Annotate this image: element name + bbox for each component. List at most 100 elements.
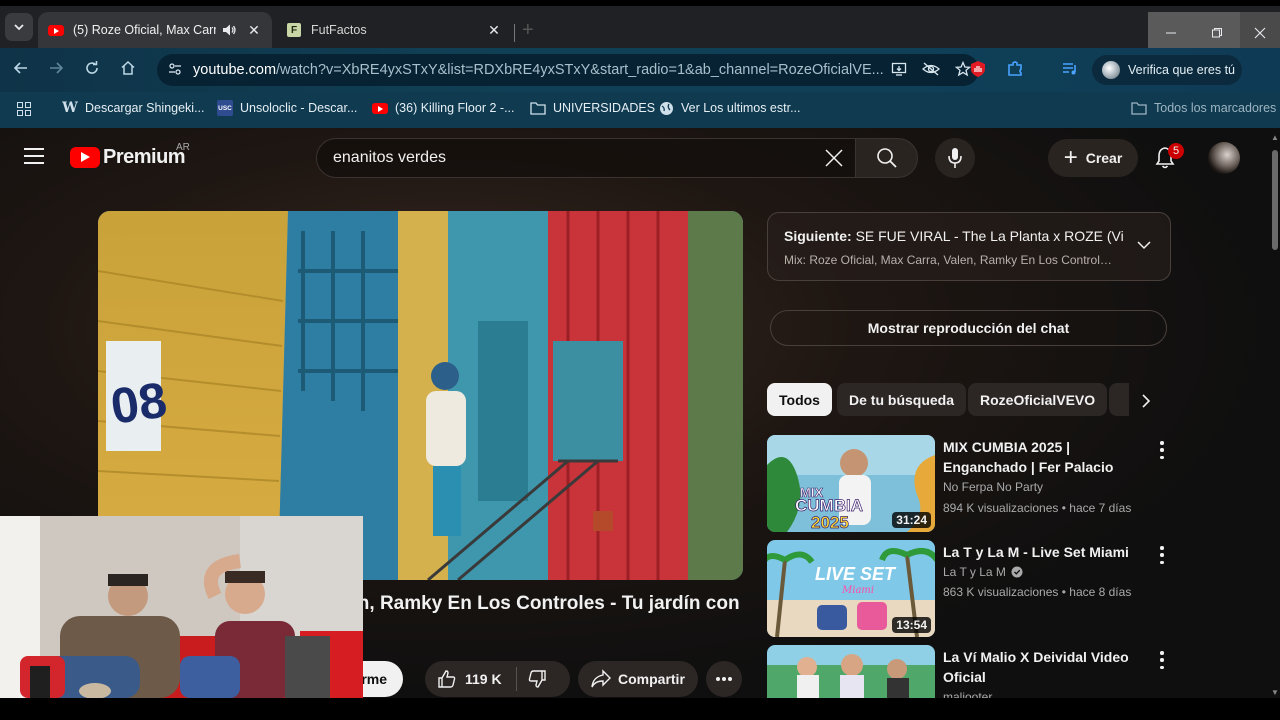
reload-button[interactable] xyxy=(82,60,102,80)
reload-icon xyxy=(86,61,98,74)
site-settings-icon[interactable] xyxy=(165,62,185,79)
arrow-left-icon xyxy=(13,62,27,74)
menu-icon[interactable] xyxy=(24,148,44,164)
rec-title[interactable]: MIX CUMBIA 2025 | Enganchado | Fer Palac… xyxy=(943,437,1143,477)
clear-search-icon[interactable] xyxy=(821,145,847,171)
apps-grid-icon[interactable] xyxy=(16,101,32,120)
profile-orb-icon xyxy=(1102,61,1120,79)
chip-de-tu-busqueda[interactable]: De tu búsqueda xyxy=(837,383,967,416)
more-vertical-icon[interactable] xyxy=(1157,546,1167,564)
list-item[interactable]: LIVE SET Miami 13:54 La T y La M - Live … xyxy=(767,540,1177,637)
tab-youtube[interactable]: (5) Roze Oficial, Max Carra ✕ xyxy=(38,12,272,48)
chat-replay-label: Mostrar reproducción del chat xyxy=(867,320,1070,336)
more-vertical-icon[interactable] xyxy=(1157,441,1167,459)
close-icon xyxy=(1254,27,1266,39)
avatar[interactable] xyxy=(1208,142,1240,174)
share-button[interactable]: Compartir xyxy=(578,661,698,697)
search-icon xyxy=(876,148,897,168)
thumbs-up-icon xyxy=(438,670,456,688)
forward-button[interactable] xyxy=(46,60,66,80)
folder-icon xyxy=(530,100,546,116)
close-tab-icon[interactable]: ✕ xyxy=(246,22,262,39)
dislike-button[interactable] xyxy=(527,669,547,689)
bookmark-item[interactable]: (36) Killing Floor 2 -... xyxy=(372,100,514,116)
search-input[interactable]: enanitos verdes xyxy=(316,138,856,178)
screen: (5) Roze Oficial, Max Carra ✕ F FutFacto… xyxy=(0,0,1280,720)
bookmark-item[interactable]: W Descargar Shingeki... xyxy=(62,100,204,116)
scroll-down-arrow-icon[interactable]: ▼ xyxy=(1271,688,1279,697)
scroll-up-arrow-icon[interactable]: ▲ xyxy=(1271,133,1279,142)
rec-meta: 863 K visualizaciones • hace 8 días xyxy=(943,585,1132,599)
bookmark-item[interactable]: Ver Los ultimos estr... xyxy=(658,100,801,116)
more-horizontal-icon xyxy=(716,677,732,681)
bookmark-item[interactable]: UNIVERSIDADES xyxy=(530,100,655,116)
rec-title[interactable]: La Ví Malio X Deividal Video Oficial xyxy=(943,647,1148,687)
bookmark-item[interactable]: USC Unsoloclic - Descar... xyxy=(217,100,357,116)
chip-todos[interactable]: Todos xyxy=(767,383,832,416)
chip-rozeoficialvevo[interactable]: RozeOficialVEVO xyxy=(968,383,1108,416)
rec-channel[interactable]: No Ferpa No Party xyxy=(943,480,1043,494)
rec-channel[interactable]: maliooter xyxy=(943,690,992,698)
voice-search-button[interactable] xyxy=(935,138,975,178)
subscribe-label: rme xyxy=(361,671,387,687)
youtube-icon xyxy=(372,100,388,116)
create-button[interactable]: + Crear xyxy=(1048,139,1138,177)
country-code: AR xyxy=(176,142,190,153)
logo-word: Premium xyxy=(103,146,186,168)
eye-off-icon[interactable] xyxy=(921,61,941,80)
install-app-icon[interactable] xyxy=(889,61,909,80)
chevron-right-icon[interactable] xyxy=(1136,391,1156,411)
next-prefix: Siguiente: xyxy=(784,228,852,244)
rec-title[interactable]: La T y La M - Live Set Miami xyxy=(943,542,1143,562)
home-icon xyxy=(121,60,135,75)
video-thumbnail[interactable]: MIX CUMBIA 2025 31:24 xyxy=(767,435,935,532)
microphone-icon xyxy=(948,148,962,168)
all-bookmarks-label: Todos los marcadores xyxy=(1154,101,1277,115)
all-bookmarks[interactable]: Todos los marcadores xyxy=(1131,100,1276,116)
extensions-puzzle-icon[interactable] xyxy=(1005,60,1025,80)
tab-futfactos[interactable]: F FutFactos ✕ xyxy=(276,12,512,48)
url-path: /watch?v=XbRE4yxSTxY&list=RDXbRE4yxSTxY&… xyxy=(276,62,883,78)
more-vertical-icon[interactable] xyxy=(1157,651,1167,669)
chip-label: RozeOficialVEVO xyxy=(980,391,1096,408)
like-button[interactable]: 119 K xyxy=(437,669,502,689)
arrow-right-icon xyxy=(50,62,64,74)
duration-badge: 13:54 xyxy=(892,617,931,633)
tab-search-button[interactable] xyxy=(5,13,33,41)
search-button[interactable] xyxy=(855,138,918,178)
home-button[interactable] xyxy=(118,60,138,80)
chip-partial[interactable] xyxy=(1109,383,1129,416)
chevron-down-icon[interactable] xyxy=(1136,237,1152,253)
page-scrollbar[interactable] xyxy=(1272,150,1278,250)
bookmark-label: (36) Killing Floor 2 -... xyxy=(395,101,515,115)
chat-replay-button[interactable]: Mostrar reproducción del chat xyxy=(770,310,1167,346)
bookmark-label: Unsoloclic - Descar... xyxy=(240,101,358,115)
duration-badge: 31:24 xyxy=(892,512,931,528)
adblock-extension-icon[interactable] xyxy=(968,60,988,80)
create-label: Crear xyxy=(1085,150,1123,166)
close-tab-icon[interactable]: ✕ xyxy=(486,22,502,39)
video-thumbnail[interactable] xyxy=(767,645,935,698)
speaker-icon[interactable] xyxy=(222,23,236,37)
tab-title: FutFactos xyxy=(311,23,367,37)
svg-text:08: 08 xyxy=(107,372,170,435)
notifications-button[interactable]: 5 xyxy=(1154,143,1184,172)
list-item[interactable]: La Ví Malio X Deividal Video Oficial mal… xyxy=(767,645,1177,698)
bottom-strip xyxy=(0,698,1280,720)
rec-channel-name: La T y La M xyxy=(943,565,1006,579)
restore-icon xyxy=(1212,28,1222,38)
rec-channel[interactable]: La T y La M xyxy=(943,565,1023,579)
media-controls-icon[interactable] xyxy=(1060,60,1080,80)
youtube-premium-logo[interactable]: Premium AR xyxy=(70,142,190,169)
back-button[interactable] xyxy=(11,60,31,80)
share-arrow-icon xyxy=(591,669,611,688)
more-actions-button[interactable] xyxy=(706,661,742,697)
verify-label: Verifica que eres tú xyxy=(1128,63,1236,77)
list-item[interactable]: MIX CUMBIA 2025 31:24 MIX CUMBIA 2025 | … xyxy=(767,435,1177,532)
address-bar[interactable]: youtube.com/watch?v=XbRE4yxSTxY&list=RDX… xyxy=(157,54,979,86)
new-tab-icon[interactable]: + xyxy=(522,20,534,40)
verify-profile-button[interactable]: Verifica que eres tú xyxy=(1092,55,1242,85)
playlist-next-card[interactable]: Siguiente: SE FUE VIRAL - The La Planta … xyxy=(767,212,1171,281)
video-thumbnail[interactable]: LIVE SET Miami 13:54 xyxy=(767,540,935,637)
tab-title: (5) Roze Oficial, Max Carra xyxy=(73,23,216,37)
